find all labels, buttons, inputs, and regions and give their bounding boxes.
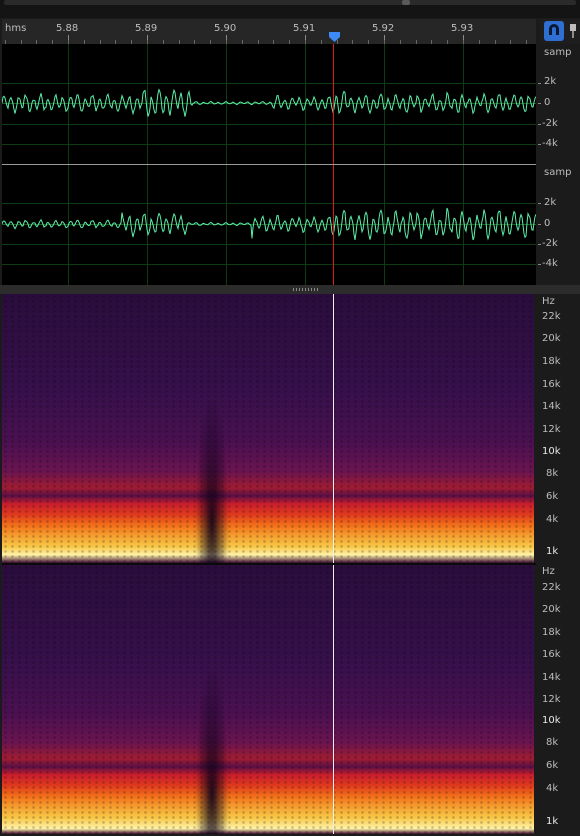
- snap-magnet-icon[interactable]: [544, 21, 564, 41]
- frequency-label: 18k: [542, 627, 561, 638]
- frequency-label: 12k: [542, 694, 561, 705]
- ruler-tick-label: 5.90: [214, 23, 237, 34]
- scroll-thumb[interactable]: [402, 0, 410, 5]
- spectrogram-cursor: [333, 294, 334, 563]
- frequency-unit: Hz: [542, 566, 555, 577]
- spectrogram-channel-2[interactable]: [2, 565, 534, 834]
- amplitude-label: 2k: [544, 197, 557, 208]
- playhead-line: [333, 44, 334, 164]
- amplitude-label: 0: [544, 97, 551, 108]
- ruler-tick-label: 5.93: [451, 23, 474, 34]
- waveform-trace-1: [2, 88, 536, 117]
- ruler-tick-label: 5.89: [135, 23, 158, 34]
- amplitude-unit: samp: [544, 47, 572, 58]
- ruler-unit-label: hms: [5, 23, 27, 34]
- frequency-scale-2: Hz 22k 20k 18k 16k 14k 12k 10k 8k 6k 4k …: [538, 565, 580, 834]
- frequency-label: 18k: [542, 356, 561, 367]
- frequency-label: 12k: [542, 424, 561, 435]
- frequency-label: 14k: [542, 401, 561, 412]
- frequency-label: 1k: [546, 816, 559, 827]
- waveform-trace-2: [2, 207, 536, 241]
- playhead-handle[interactable]: [329, 32, 340, 42]
- frequency-scale-1: Hz 22k 20k 18k 16k 14k 12k 10k 8k 6k 4k …: [538, 294, 580, 563]
- frequency-label: 4k: [546, 783, 559, 794]
- amplitude-label: -4k: [542, 138, 558, 149]
- view-tools: [540, 19, 580, 44]
- ruler-tick-label: 5.91: [293, 23, 316, 34]
- frequency-label: 1k: [546, 546, 559, 557]
- spectrogram-channel-1[interactable]: [2, 294, 534, 563]
- frequency-label: 22k: [542, 582, 561, 593]
- amplitude-label: 0: [544, 218, 551, 229]
- frequency-label: 16k: [542, 379, 561, 390]
- playhead-line: [333, 165, 334, 285]
- frequency-label: 14k: [542, 672, 561, 683]
- ruler-tick-label: 5.92: [372, 23, 395, 34]
- amplitude-label: 2k: [544, 76, 557, 87]
- frequency-label: 20k: [542, 333, 561, 344]
- horizontal-scrollbar[interactable]: [4, 0, 576, 5]
- frequency-label: 10k: [542, 715, 561, 726]
- frequency-label: 6k: [546, 760, 559, 771]
- frequency-label: 10k: [542, 446, 561, 457]
- top-scroll-strip: [0, 0, 580, 18]
- frequency-unit: Hz: [542, 296, 555, 307]
- spectrogram-cursor: [333, 565, 334, 834]
- amplitude-scale-1: samp 2k 0 -2k -4k: [538, 44, 580, 164]
- pin-icon[interactable]: [566, 21, 580, 41]
- divider-grip[interactable]: [293, 288, 319, 291]
- ruler-tick-label: 5.88: [56, 23, 79, 34]
- amplitude-scale-2: samp 2k 0 -2k -4k: [538, 165, 580, 285]
- frequency-label: 22k: [542, 311, 561, 322]
- frequency-label: 20k: [542, 604, 561, 615]
- waveform-channel-2[interactable]: [2, 165, 536, 285]
- panel-divider[interactable]: [0, 285, 580, 294]
- amplitude-label: -2k: [542, 238, 558, 249]
- frequency-label: 16k: [542, 649, 561, 660]
- frequency-label: 8k: [546, 737, 559, 748]
- frequency-label: 8k: [546, 468, 559, 479]
- frequency-label: 6k: [546, 491, 559, 502]
- time-ruler[interactable]: hms 5.88 5.89 5.90 5.91 5.92 5.93: [2, 19, 536, 44]
- waveform-channel-1[interactable]: [2, 44, 536, 164]
- amplitude-label: -2k: [542, 118, 558, 129]
- amplitude-label: -4k: [542, 258, 558, 269]
- amplitude-unit: samp: [544, 167, 572, 178]
- frequency-label: 4k: [546, 514, 559, 525]
